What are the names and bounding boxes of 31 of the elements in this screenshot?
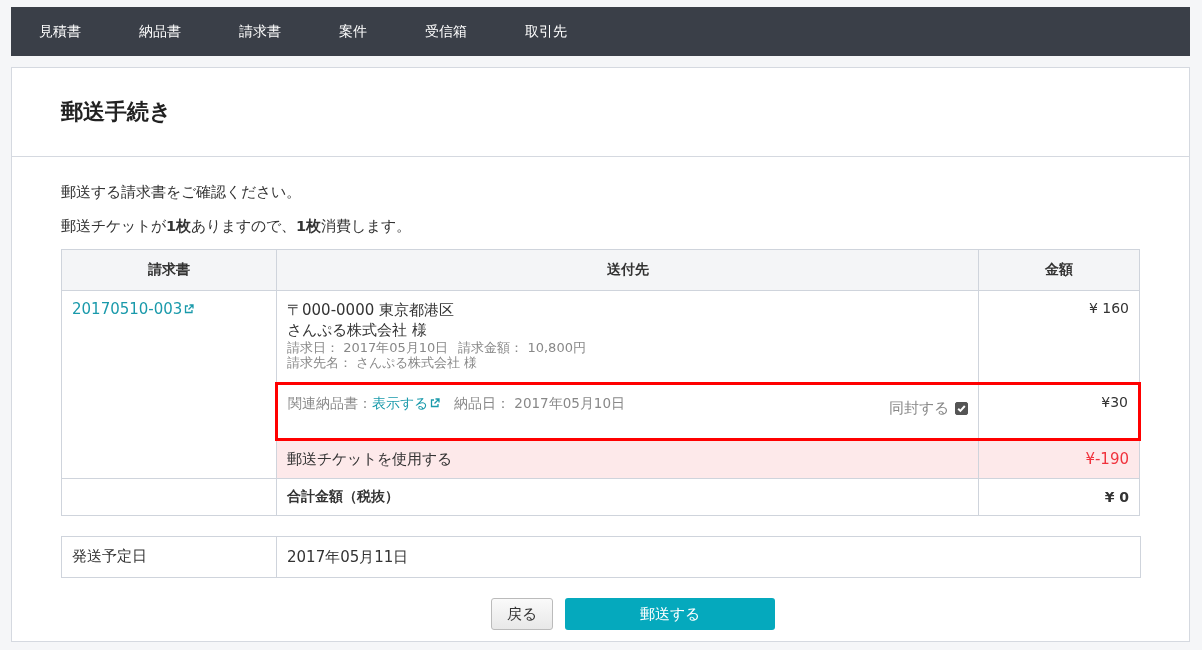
nav-link[interactable]: 受信箱 — [425, 22, 467, 41]
address-text: 〒000-0000 東京都港区 — [287, 300, 455, 320]
detail-text: 請求先名： さんぷる株式会社 様 — [287, 355, 478, 370]
nav-link[interactable]: 案件 — [339, 22, 367, 41]
nav-link[interactable]: 納品書 — [139, 22, 181, 41]
message-text: 郵送チケットが1枚ありますので、1枚消費します。 — [61, 217, 413, 236]
nav-link[interactable]: 請求書 — [239, 22, 281, 41]
delivery-note-label: 関連納品書： — [288, 395, 372, 411]
column-header: 請求書 — [61, 249, 277, 291]
nav-link[interactable]: 取引先 — [525, 22, 567, 41]
message-text: 郵送する請求書をご確認ください。 — [61, 183, 302, 202]
nav-link[interactable]: 見積書 — [39, 22, 81, 41]
discount-amount-cell: ¥-190 — [978, 439, 1140, 479]
enclose-checkbox[interactable] — [955, 402, 968, 415]
delivery-date-text: 納品日： 2017年05月10日 — [454, 395, 625, 411]
column-header: 金額 — [978, 249, 1140, 291]
delivery-note-link[interactable]: 表示する — [372, 395, 440, 411]
ticket-cell: 郵送チケットを使用する — [276, 439, 979, 479]
detail-text: 請求日： 2017年05月10日 — [287, 340, 449, 355]
total-label-cell: 合計金額（税抜） — [276, 478, 979, 516]
enclose-label: 同封する — [889, 399, 949, 418]
page-title: 郵送手続き — [61, 98, 172, 126]
total-amount-cell: ¥ 0 — [978, 478, 1140, 516]
external-link-icon — [430, 398, 440, 408]
recipient-text: さんぷる株式会社 様 — [287, 320, 428, 340]
column-header: 送付先 — [276, 249, 979, 291]
external-link-icon — [184, 304, 195, 314]
ship-date-value: 2017年05月11日 — [276, 536, 1141, 578]
back-button[interactable]: 戻る — [490, 598, 553, 630]
ship-date-label: 発送予定日 — [61, 536, 277, 578]
detail-text: 請求金額： 10,800円 — [458, 340, 586, 355]
